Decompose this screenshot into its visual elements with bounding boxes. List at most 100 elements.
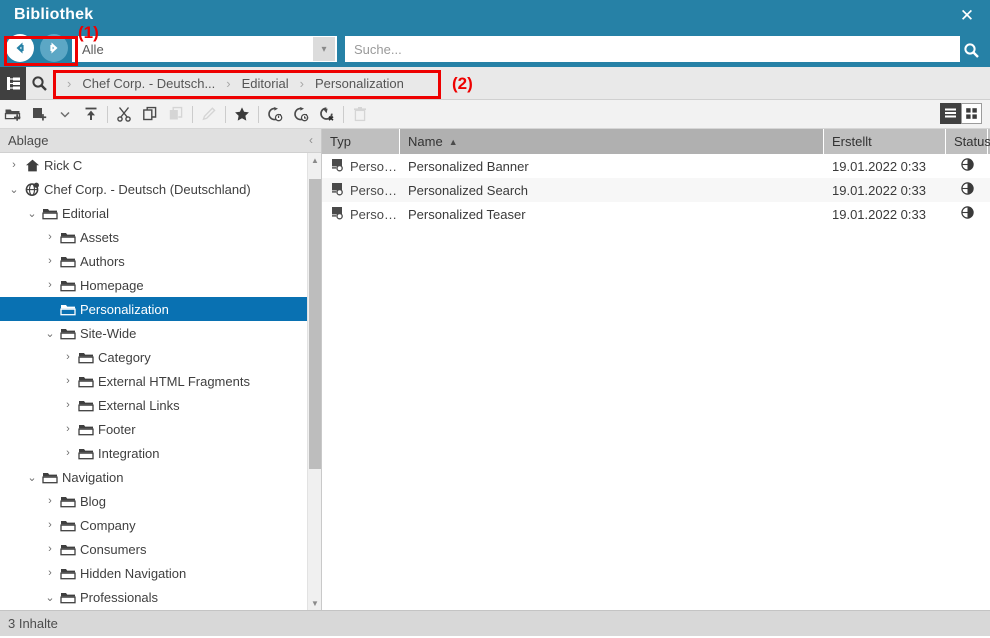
tree-item-integration[interactable]: ›Integration xyxy=(0,441,307,465)
breadcrumb-separator: › xyxy=(217,76,239,91)
tree-expand-arrow[interactable]: › xyxy=(60,447,76,459)
publish-cancel-icon[interactable] xyxy=(314,101,340,127)
back-button[interactable] xyxy=(6,34,34,62)
tree-item-company[interactable]: › Company xyxy=(0,513,307,537)
tree-item-navigation[interactable]: ⌄Navigation xyxy=(0,465,307,489)
tree-expand-arrow[interactable]: › xyxy=(60,399,76,411)
tree-item-label: Editorial xyxy=(60,206,109,221)
breadcrumb-item-0[interactable]: Chef Corp. - Deutsch... xyxy=(82,76,215,91)
tree-item-aurora-b2b[interactable]: ›Aurora B2B xyxy=(0,609,307,610)
tree-expand-arrow[interactable]: ⌄ xyxy=(24,207,40,220)
tree-item-professionals[interactable]: ⌄ Professionals xyxy=(0,585,307,609)
folder-icon xyxy=(76,350,96,365)
tree-expand-arrow[interactable]: ⌄ xyxy=(6,183,22,196)
tree-item-rick-c[interactable]: ›Rick C xyxy=(0,153,307,177)
tree-item-chef-corp-deutsch-deutschland[interactable]: ⌄ Chef Corp. - Deutsch (Deutschland) xyxy=(0,177,307,201)
folder-icon xyxy=(78,398,94,413)
tree-item-external-links[interactable]: ›External Links xyxy=(0,393,307,417)
column-header-erstellt[interactable]: Erstellt xyxy=(824,129,946,154)
publication-state-icon xyxy=(960,181,975,199)
edit-pencil-icon xyxy=(196,101,222,127)
tree-expand-arrow[interactable]: ⌄ xyxy=(42,591,58,604)
folder-icon xyxy=(40,206,60,221)
tree-item-editorial[interactable]: ⌄ Editorial xyxy=(0,201,307,225)
tree-item-label: Professionals xyxy=(78,590,158,605)
tree-expand-arrow[interactable]: › xyxy=(42,495,58,507)
folder-icon xyxy=(58,302,78,317)
column-header-typ[interactable]: Typ xyxy=(322,129,400,154)
search-input[interactable] xyxy=(345,37,960,61)
list-view-button[interactable] xyxy=(940,103,961,124)
tree-expand-arrow[interactable]: › xyxy=(60,423,76,435)
history-buttons xyxy=(6,34,68,62)
caret-down-icon[interactable]: ▼ xyxy=(308,596,321,610)
check-in-icon[interactable] xyxy=(262,101,288,127)
folder-icon xyxy=(60,590,76,605)
tree-expand-arrow[interactable]: › xyxy=(42,231,58,243)
filter-dropdown[interactable]: Alle ▾ xyxy=(72,36,337,62)
chevron-down-icon[interactable] xyxy=(52,101,78,127)
tree-item-blog[interactable]: ›Blog xyxy=(0,489,307,513)
tree-expand-arrow[interactable]: › xyxy=(42,543,58,555)
tree-item-personalization[interactable]: Personalization xyxy=(0,297,307,321)
tree-expand-arrow[interactable]: ⌄ xyxy=(42,327,58,340)
navigation-bar: Alle ▾ xyxy=(0,33,990,67)
search-submit-button[interactable] xyxy=(958,38,984,62)
folder-icon xyxy=(76,446,96,461)
tree-item-label: Chef Corp. - Deutsch (Deutschland) xyxy=(42,182,251,197)
tree-item-authors[interactable]: ›Authors xyxy=(0,249,307,273)
tree-item-category[interactable]: ›Category xyxy=(0,345,307,369)
tree-expand-arrow[interactable]: › xyxy=(42,567,58,579)
table-row[interactable]: Perso…Personalized Banner19.01.2022 0:33 xyxy=(322,154,990,178)
grid-view-button[interactable] xyxy=(961,103,982,124)
folder-icon xyxy=(58,518,78,533)
breadcrumb-item-2[interactable]: Personalization xyxy=(315,76,404,91)
search-box[interactable] xyxy=(345,36,960,62)
tree-item-hidden-navigation[interactable]: ›Hidden Navigation xyxy=(0,561,307,585)
breadcrumb-bar: › Chef Corp. - Deutsch... › Editorial › … xyxy=(0,67,990,100)
folder-icon xyxy=(58,590,78,605)
cell-erstellt: 19.01.2022 0:33 xyxy=(824,178,946,202)
close-icon[interactable]: ✕ xyxy=(954,4,980,28)
tree-item-site-wide[interactable]: ⌄Site-Wide xyxy=(0,321,307,345)
cut-icon[interactable] xyxy=(111,101,137,127)
new-folder-icon[interactable] xyxy=(0,101,26,127)
tree-item-homepage[interactable]: ›Homepage xyxy=(0,273,307,297)
copy-icon[interactable] xyxy=(137,101,163,127)
tree-expand-arrow[interactable]: › xyxy=(60,351,76,363)
search-view-toggle[interactable] xyxy=(26,67,52,100)
tree-item-footer[interactable]: ›Footer xyxy=(0,417,307,441)
table-row[interactable]: Perso…Personalized Search19.01.2022 0:33 xyxy=(322,178,990,202)
column-header-status[interactable]: Status xyxy=(946,129,988,154)
scrollbar-thumb[interactable] xyxy=(309,179,321,469)
column-header-name[interactable]: Name ▲ xyxy=(400,129,824,154)
check-out-icon[interactable] xyxy=(288,101,314,127)
chevron-left-icon[interactable]: ‹ xyxy=(309,133,313,147)
breadcrumb-item-1[interactable]: Editorial xyxy=(242,76,289,91)
new-content-icon[interactable] xyxy=(26,101,52,127)
tree-expand-arrow[interactable]: › xyxy=(42,519,58,531)
tree-item-external-html-fragments[interactable]: ›External HTML Fragments xyxy=(0,369,307,393)
personalized-content-icon xyxy=(330,205,345,220)
tree-expand-arrow[interactable]: ⌄ xyxy=(24,471,40,484)
tree-expand-arrow[interactable]: › xyxy=(60,375,76,387)
tree-item-assets[interactable]: ›Assets xyxy=(0,225,307,249)
tree-expand-arrow[interactable]: › xyxy=(6,159,22,171)
upload-icon[interactable] xyxy=(78,101,104,127)
table-row[interactable]: Perso…Personalized Teaser19.01.2022 0:33 xyxy=(322,202,990,226)
tree-expand-arrow[interactable]: › xyxy=(42,279,58,291)
cell-typ: Perso… xyxy=(322,202,400,226)
tree-item-consumers[interactable]: ›Consumers xyxy=(0,537,307,561)
personalized-content-icon xyxy=(330,205,345,223)
folder-icon xyxy=(60,230,76,245)
tree-view-toggle[interactable] xyxy=(0,67,26,100)
caret-up-icon[interactable]: ▲ xyxy=(308,153,321,167)
tree-item-label: Company xyxy=(78,518,136,533)
cell-name: Personalized Search xyxy=(400,178,824,202)
tree-expand-arrow[interactable]: › xyxy=(42,255,58,267)
sidebar-scrollbar[interactable]: ▲ ▼ xyxy=(307,153,321,610)
forward-button[interactable] xyxy=(40,34,68,62)
chevron-down-icon[interactable]: ▾ xyxy=(313,37,335,61)
filter-value: Alle xyxy=(73,42,313,57)
favorite-star-icon[interactable] xyxy=(229,101,255,127)
